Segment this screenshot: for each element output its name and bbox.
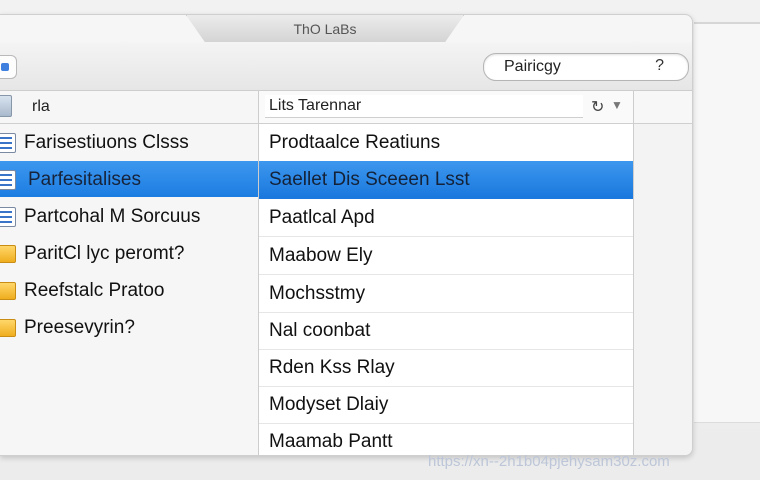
toolbar-button-icon	[1, 63, 9, 71]
sidebar-item[interactable]: Reefstalc Pratoo	[0, 272, 258, 308]
toolbar-button[interactable]	[0, 55, 17, 79]
detail-pane	[634, 91, 692, 455]
list-icon	[0, 133, 16, 153]
app-window: ThO LaBs Pairicgy ? rla Farisestiuons Cl…	[0, 14, 693, 456]
sidebar-item-label: Preesevyrin?	[24, 317, 135, 338]
sidebar-item-label: ParitCl lyc peromt?	[24, 243, 185, 264]
list-item-label: Mochsstmy	[269, 283, 366, 304]
list-item-label: Nal coonbat	[269, 320, 371, 341]
list-item[interactable]: Nal coonbat	[259, 312, 633, 350]
filter-field[interactable]	[265, 95, 583, 118]
watermark: https://xn--2h1b04pjehysam30z.com	[428, 453, 670, 470]
sidebar: rla Farisestiuons Clsss Parfesitalises P…	[0, 91, 259, 455]
sidebar-item-label: Farisestiuons Clsss	[24, 132, 189, 153]
filter-input[interactable]	[265, 95, 573, 117]
sidebar-header: rla	[0, 91, 258, 124]
window-title: ThO LaBs	[293, 20, 357, 37]
detail-pane-header	[634, 91, 692, 124]
list-item[interactable]: Prodtaalce Reatiuns	[259, 124, 633, 162]
sidebar-item-label: Parfesitalises	[28, 169, 141, 190]
folder-icon	[0, 319, 16, 337]
sidebar-item[interactable]: Preesevyrin?	[0, 309, 258, 345]
list-item[interactable]: Paatlcal Apd	[259, 199, 633, 237]
sidebar-header-label: rla	[32, 98, 50, 115]
list-item-label: Paatlcal Apd	[269, 207, 375, 228]
sidebar-item-label: Reefstalc Pratoo	[24, 280, 165, 301]
window-title-bar[interactable]: ThO LaBs	[186, 15, 464, 43]
list-header: ↻ ▼	[259, 91, 633, 124]
background-window	[694, 22, 760, 423]
help-icon[interactable]: ?	[655, 57, 664, 75]
sidebar-item-label: Partcohal M Sorcuus	[24, 206, 201, 227]
list-pane: ↻ ▼ Prodtaalce Reatiuns Saellet Dis Scee…	[259, 91, 634, 455]
list-icon	[0, 170, 16, 190]
list-item-label: Modyset Dlaiy	[269, 394, 389, 415]
sidebar-item-selected[interactable]: Parfesitalises	[0, 161, 258, 197]
list-icon	[0, 207, 16, 227]
list-item[interactable]: Mochsstmy	[259, 275, 633, 313]
list-item[interactable]: Rden Kss Rlay	[259, 349, 633, 387]
toolbar: Pairicgy ?	[0, 42, 692, 91]
list-item-label: Maamab Pantt	[269, 431, 393, 452]
content-area: rla Farisestiuons Clsss Parfesitalises P…	[0, 91, 692, 455]
sidebar-item[interactable]: Partcohal M Sorcuus	[0, 198, 258, 234]
list-item-label: Rden Kss Rlay	[269, 357, 395, 378]
list-item[interactable]: Maabow Ely	[259, 237, 633, 275]
search-input[interactable]: Pairicgy	[504, 58, 561, 76]
list-item-selected[interactable]: Saellet Dis Sceeen Lsst	[259, 161, 633, 199]
list-item[interactable]: Modyset Dlaiy	[259, 386, 633, 424]
refresh-icon[interactable]: ↻	[591, 97, 604, 117]
document-icon	[0, 95, 12, 117]
folder-icon	[0, 245, 16, 263]
sidebar-item[interactable]: Farisestiuons Clsss	[0, 124, 258, 160]
screen: ThO LaBs Pairicgy ? rla Farisestiuons Cl…	[0, 0, 760, 480]
list-item-label: Saellet Dis Sceeen Lsst	[269, 169, 470, 190]
list-item-label: Maabow Ely	[269, 245, 373, 266]
folder-icon	[0, 282, 16, 300]
sidebar-item[interactable]: ParitCl lyc peromt?	[0, 235, 258, 271]
search-field[interactable]: Pairicgy ?	[483, 53, 689, 81]
list-item[interactable]: Maamab Pantt	[259, 423, 633, 455]
list-item-label: Prodtaalce Reatiuns	[269, 132, 441, 153]
chevron-down-icon[interactable]: ▼	[611, 98, 623, 112]
